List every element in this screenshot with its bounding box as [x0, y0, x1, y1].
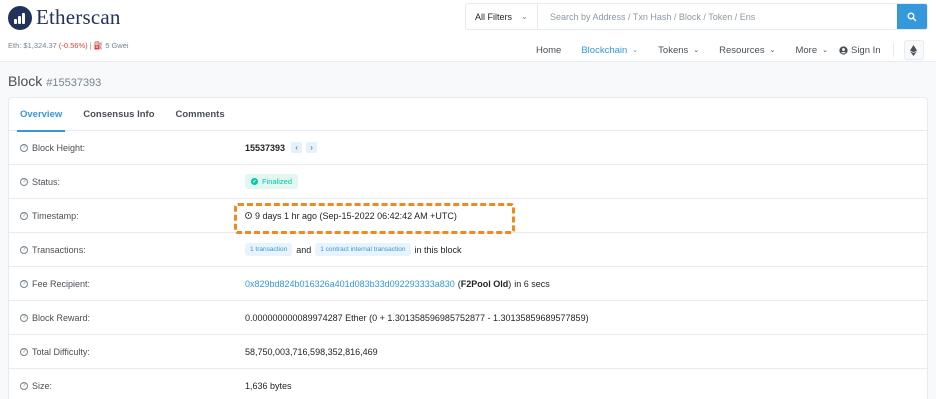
network-switch-button[interactable] — [903, 40, 924, 60]
eth-price[interactable]: Eth: $1,324.37 — [8, 41, 57, 50]
row-transactions: ? Transactions: 1 transaction and 1 contr… — [9, 233, 927, 267]
tab-overview[interactable]: Overview — [16, 98, 66, 132]
etherscan-logo[interactable]: Etherscan — [8, 5, 121, 30]
transactions-suffix: in this block — [414, 244, 462, 255]
status-badge-label: Finalized — [262, 177, 293, 186]
search-filter-label: All Filters — [475, 11, 513, 22]
row-label: Total Difficulty: — [32, 346, 90, 357]
row-status: ? Status: ✔ Finalized — [9, 165, 927, 199]
row-fee-recipient: ? Fee Recipient: 0x829bd824b016326a401d08… — [9, 267, 927, 301]
sign-in-label: Sign In — [850, 44, 881, 56]
question-icon[interactable]: ? — [20, 381, 28, 390]
nav-blockchain-label: Blockchain — [581, 44, 628, 56]
tab-bar: Overview Consensus Info Comments — [9, 98, 927, 132]
search-bar: All Filters ⌄ — [465, 3, 928, 30]
question-icon[interactable]: ? — [20, 245, 28, 254]
row-label: Transactions: — [32, 244, 86, 255]
row-label: Block Height: — [32, 142, 86, 153]
chevron-down-icon: ⌄ — [632, 47, 639, 54]
total-difficulty-value: 58,750,003,716,598,352,816,469 — [245, 346, 378, 357]
nav-home[interactable]: Home — [536, 45, 561, 56]
fee-recipient-duration: in 6 secs — [514, 278, 550, 289]
chevron-down-icon: ⌄ — [822, 47, 828, 54]
row-label: Status: — [32, 176, 61, 187]
chevron-down-icon: ⌄ — [521, 12, 528, 21]
check-circle-icon: ✔ — [251, 178, 258, 185]
block-details-card: Overview Consensus Info Comments ? Block … — [8, 97, 928, 399]
question-icon[interactable]: ? — [20, 313, 28, 322]
close-paren: ) — [508, 278, 512, 289]
row-label: Size: — [32, 380, 53, 391]
search-button[interactable] — [897, 4, 927, 29]
ethereum-icon — [910, 44, 918, 56]
logo-icon — [8, 5, 32, 30]
question-icon[interactable]: ? — [20, 211, 28, 220]
row-block-height: ? Block Height: 15537393 ‹ › — [9, 131, 927, 165]
search-filter-select[interactable]: All Filters ⌄ — [466, 4, 538, 29]
nav-home-label: Home — [536, 44, 562, 56]
previous-block-button[interactable]: ‹ — [291, 142, 303, 153]
question-icon[interactable]: ? — [20, 177, 28, 186]
nav-tokens-label: Tokens — [658, 44, 689, 56]
nav-divider — [892, 43, 894, 57]
row-label: Fee Recipient: — [32, 278, 91, 289]
page-title-text: Block — [8, 73, 43, 89]
nav-blockchain[interactable]: Blockchain ⌄ — [581, 45, 638, 56]
nav-tokens[interactable]: Tokens ⌄ — [658, 45, 699, 56]
chevron-down-icon: ⌄ — [693, 47, 700, 54]
nav-more-label: More — [795, 44, 818, 56]
row-label: Block Reward: — [32, 312, 91, 323]
fee-recipient-address-link[interactable]: 0x829bd824b016326a401d083b33d092293333a8… — [245, 279, 455, 289]
question-icon[interactable]: ? — [20, 143, 28, 152]
logo-text: Etherscan — [36, 5, 121, 29]
fee-recipient-name: F2Pool Old — [460, 278, 509, 289]
eth-price-ticker: Eth: $1,324.37 (-0.56%) | ⛽ 5 Gwei — [8, 41, 129, 50]
sign-in-link[interactable]: Sign In — [839, 45, 881, 56]
question-icon[interactable]: ? — [20, 347, 28, 356]
size-value: 1,636 bytes — [245, 380, 292, 391]
gas-price[interactable]: | ⛽ 5 Gwei — [90, 41, 129, 50]
and-text: and — [296, 244, 312, 255]
status-badge: ✔ Finalized — [245, 174, 299, 189]
search-input[interactable] — [538, 4, 897, 29]
block-reward-value: 0.000000000089974287 Ether (0 + 1.301358… — [245, 312, 589, 323]
timestamp-highlight-annotation — [234, 203, 515, 234]
page-title: Block #15537393 — [8, 73, 101, 89]
tab-comments[interactable]: Comments — [176, 98, 225, 131]
eth-price-change: (-0.56%) — [58, 41, 88, 50]
question-icon[interactable]: ? — [20, 279, 28, 288]
main-nav: Home Blockchain ⌄ Tokens ⌄ Resources ⌄ More… — [536, 40, 924, 60]
row-size: ? Size: 1,636 bytes — [9, 369, 927, 399]
row-block-reward: ? Block Reward: 0.000000000089974287 Ethe… — [9, 301, 927, 335]
row-total-difficulty: ? Total Difficulty: 58,750,003,716,598,35… — [9, 335, 927, 369]
search-icon — [907, 12, 917, 21]
row-label: Timestamp: — [32, 210, 79, 221]
transactions-link[interactable]: 1 transaction — [245, 243, 293, 256]
top-header: Etherscan Eth: $1,324.37 (-0.56%) | ⛽ 5 … — [0, 0, 936, 62]
user-icon — [839, 45, 848, 55]
nav-resources-label: Resources — [719, 44, 765, 56]
block-height-value: 15537393 — [245, 142, 286, 153]
tab-consensus-info[interactable]: Consensus Info — [83, 98, 154, 131]
block-number-subtitle: #15537393 — [46, 77, 102, 89]
next-block-button[interactable]: › — [306, 142, 318, 153]
nav-resources[interactable]: Resources ⌄ — [719, 45, 775, 56]
internal-transactions-link[interactable]: 1 contract internal transaction — [315, 243, 411, 256]
nav-more[interactable]: More ⌄ — [795, 45, 828, 56]
chevron-down-icon: ⌄ — [769, 47, 776, 54]
